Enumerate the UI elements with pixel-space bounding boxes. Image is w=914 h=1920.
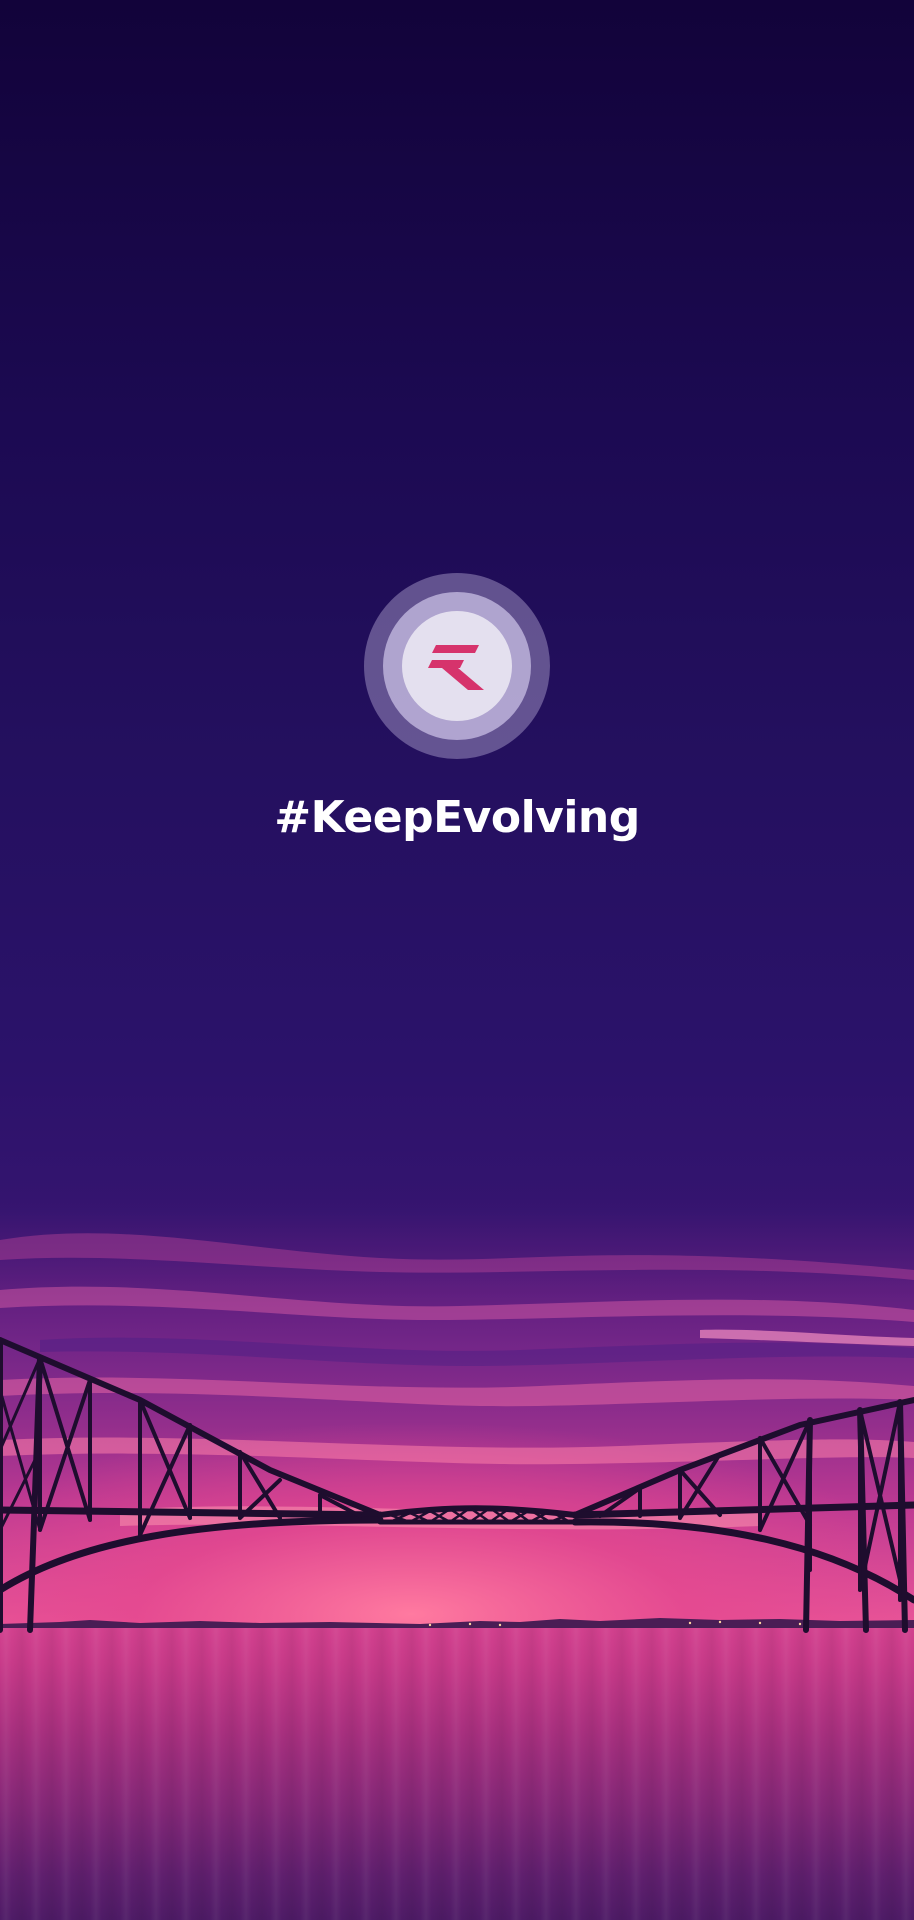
splash-screen: #KeepEvolving xyxy=(0,0,914,1920)
bridge-silhouette xyxy=(0,1337,914,1633)
tagline: #KeepEvolving xyxy=(274,792,640,843)
brand-logo-icon xyxy=(428,645,484,690)
app-logo xyxy=(364,573,550,759)
water-reflection xyxy=(0,1628,914,1920)
water-ripples xyxy=(0,1628,914,1920)
